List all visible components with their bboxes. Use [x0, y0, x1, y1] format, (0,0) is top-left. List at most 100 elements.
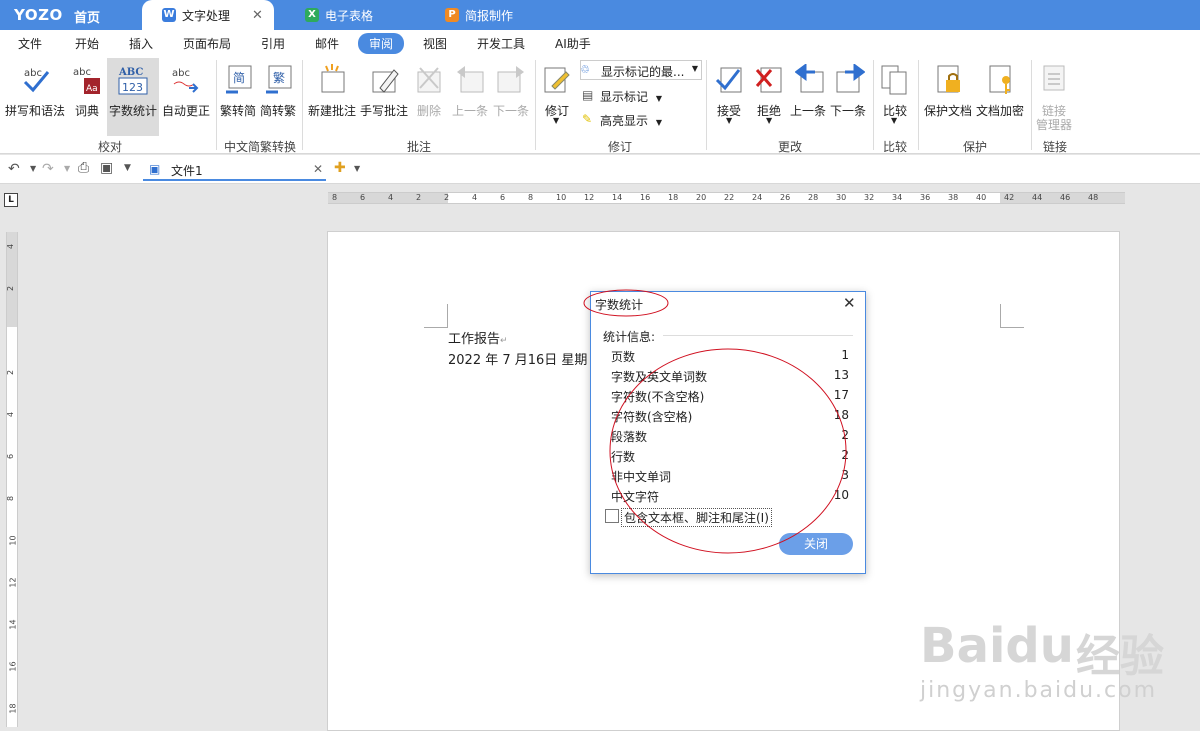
svg-text:123: 123 — [122, 81, 143, 94]
home-tab[interactable]: 首页 — [74, 7, 100, 26]
reject-change-button[interactable]: 拒绝 ▼ — [752, 58, 788, 138]
new-document-icon[interactable]: ✚ — [334, 160, 346, 176]
ruler-tick-label: 44 — [1032, 193, 1043, 202]
accept-change-button[interactable]: 接受 ▼ — [712, 58, 748, 138]
document-tab[interactable]: ▣ 文件1 ✕ — [143, 159, 326, 181]
vertical-ruler[interactable]: 4 2 2 4 6 8 10 12 14 16 18 — [6, 232, 18, 727]
track-changes-button[interactable]: 修订 ▼ — [540, 58, 574, 138]
show-markup-menu[interactable]: ▤ 显示标记 ▼ — [580, 88, 662, 105]
ruler-tick-label: 16 — [640, 193, 651, 202]
dropdown-arrow-icon: ▼ — [891, 116, 898, 125]
margin-corner — [1000, 304, 1024, 328]
dropdown-arrow-icon[interactable]: ▼ — [64, 164, 70, 173]
include-textbox-checkbox[interactable] — [605, 509, 619, 523]
dropdown-arrow-icon: ▼ — [726, 116, 733, 125]
delete-comment-button[interactable]: 删除 — [414, 58, 444, 138]
tab-label: 简报制作 — [465, 8, 514, 23]
previous-comment-button[interactable]: 上一条 — [450, 58, 490, 138]
compare-button[interactable]: 比较 ▼ — [878, 58, 912, 138]
group-label-tracking: 修订 — [607, 140, 632, 154]
ink-comment-button[interactable]: 手写批注 — [360, 58, 410, 138]
close-icon[interactable]: ✕ — [843, 294, 856, 312]
svg-text:abc: abc — [24, 68, 42, 79]
close-icon[interactable]: ✕ — [313, 162, 323, 176]
dropdown-arrow-icon[interactable]: ▼ — [354, 164, 360, 173]
menu-mailings[interactable]: 邮件 — [315, 35, 339, 52]
ruler-tick-label: 48 — [1088, 193, 1099, 202]
menu-developer[interactable]: 开发工具 — [477, 35, 525, 52]
ruler-tick-label: 18 — [8, 703, 18, 714]
ruler-tick-label: 36 — [920, 193, 931, 202]
protect-document-button[interactable]: 保护文档 — [924, 58, 974, 138]
previous-change-button[interactable]: 上一条 — [790, 58, 830, 138]
ruler-tick-label: 16 — [8, 661, 18, 672]
menu-ai-assistant[interactable]: AI助手 — [555, 35, 591, 52]
track-changes-icon — [544, 67, 570, 93]
undo-icon[interactable]: ↶ — [8, 161, 20, 177]
menu-file[interactable]: 文件 — [18, 35, 42, 52]
dropdown-arrow-icon[interactable]: ▼ — [30, 164, 36, 173]
word-count-dialog: 字数统计 ✕ 统计信息: 页数 1 字数及英文单词数 13 字符数(不含空格) 17 … — [590, 291, 866, 574]
stat-row: 行数 2 — [611, 448, 849, 464]
new-comment-button[interactable]: 新建批注 — [308, 58, 358, 138]
previous-change-icon — [795, 64, 824, 93]
encrypt-document-button[interactable]: 文档加密 — [976, 58, 1026, 138]
customize-icon[interactable]: ▼ — [124, 163, 131, 173]
next-change-icon — [836, 64, 865, 93]
print-preview-icon[interactable]: ⎙ — [78, 160, 89, 176]
compare-icon — [881, 65, 907, 95]
document-icon: ▤ — [582, 88, 594, 102]
ribbon-separator — [302, 60, 303, 150]
new-comment-icon — [321, 64, 345, 93]
simplified-to-traditional-button[interactable]: 繁 简转繁 — [260, 58, 298, 138]
margin-corner — [424, 304, 448, 328]
save-icon[interactable]: ▣ — [100, 160, 113, 176]
tab-spreadsheet[interactable]: X 电子表格 — [305, 0, 425, 30]
tab-word-processing[interactable]: W 文字处理 ✕ — [142, 0, 274, 30]
ribbon: abc 拼写和语法 abc Aa 词典 ABC 123 字数统计 abc 自动更正 … — [0, 56, 1200, 154]
tab-stop-selector[interactable]: L — [4, 193, 18, 207]
include-textbox-label[interactable]: 包含文本框、脚注和尾注(I) — [621, 508, 772, 527]
word-count-button[interactable]: ABC 123 字数统计 — [107, 58, 159, 136]
menu-home[interactable]: 开始 — [75, 35, 99, 52]
autocorrect-button[interactable]: abc 自动更正 — [162, 58, 212, 138]
menu-view[interactable]: 视图 — [423, 35, 447, 52]
ruler-tick-label: 2 — [6, 369, 16, 376]
tab-label: 电子表格 — [325, 8, 374, 23]
menu-bar: 文件 开始 插入 页面布局 引用 邮件 审阅 视图 开发工具 AI助手 — [0, 30, 1200, 56]
autocorrect-icon: abc — [172, 68, 199, 93]
traditional-to-simplified-button[interactable]: 简 繁转简 — [220, 58, 258, 138]
ribbon-separator — [706, 60, 707, 150]
ruler-tick-label: 32 — [864, 193, 875, 202]
app-logo: YOZO — [14, 6, 63, 24]
menu-references[interactable]: 引用 — [261, 35, 285, 52]
link-manager-button[interactable]: 链接 管理器 — [1035, 58, 1075, 138]
dictionary-button[interactable]: abc Aa 词典 — [70, 58, 104, 138]
dropdown-arrow-icon: ▼ — [766, 116, 773, 125]
menu-review[interactable]: 审阅 — [358, 33, 405, 54]
presentation-icon: P — [445, 8, 459, 22]
horizontal-ruler[interactable]: 8 6 4 2 2 4 6 8 10 12 14 16 18 20 22 24 26 28 30 32 34 36 38 40… — [328, 192, 1125, 204]
lock-icon — [937, 65, 960, 93]
menu-layout[interactable]: 页面布局 — [183, 35, 231, 52]
ruler-tick-label: 8 — [6, 495, 16, 502]
spell-check-button[interactable]: abc 拼写和语法 — [5, 58, 67, 138]
highlight-menu[interactable]: ✎ 高亮显示 ▼ — [580, 112, 662, 129]
ruler-tick-label: 8 — [332, 193, 338, 202]
ink-comment-icon — [372, 69, 399, 93]
svg-text:繁: 繁 — [273, 70, 285, 85]
markup-icon: ♲ — [580, 63, 590, 76]
next-comment-button[interactable]: 下一条 — [491, 58, 531, 138]
redo-icon[interactable]: ↷ — [42, 161, 54, 177]
close-button[interactable]: 关闭 — [779, 533, 853, 555]
close-icon[interactable]: ✕ — [252, 8, 263, 23]
simplified-to-traditional-icon: 繁 — [266, 65, 292, 94]
markup-display-select[interactable]: 显示标记的最... ♲ ▼ — [580, 60, 702, 80]
ruler-tick-label: 2 — [444, 193, 450, 202]
next-change-button[interactable]: 下一条 — [830, 58, 870, 138]
tab-presentation[interactable]: P 简报制作 — [445, 0, 565, 30]
group-label-changes: 更改 — [777, 140, 802, 154]
menu-insert[interactable]: 插入 — [129, 35, 153, 52]
ribbon-separator — [216, 60, 217, 150]
dropdown-arrow-icon: ▼ — [691, 64, 698, 73]
